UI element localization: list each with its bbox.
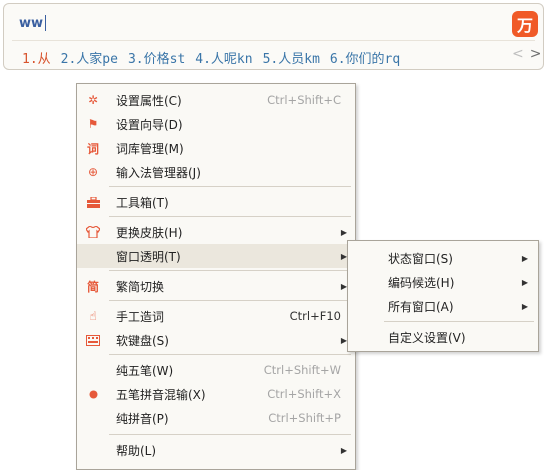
submenu-arrow-icon: ▶	[521, 301, 528, 311]
menu-item-manual-word[interactable]: ☝ 手工造词 Ctrl+F10	[77, 304, 355, 328]
plus-circle-icon: ⊕	[87, 165, 99, 179]
submenu-item-custom-settings[interactable]: 自定义设置(V)	[348, 325, 538, 349]
menu-separator	[109, 434, 351, 435]
candidate-2[interactable]: 2.人家pe	[61, 48, 118, 67]
menu-item-label: 设置属性(C)	[116, 93, 182, 108]
candidate-1[interactable]: 1.从	[22, 48, 51, 67]
menu-item-label: 软键盘(S)	[116, 333, 169, 348]
submenu-item-candidate-window[interactable]: 编码候选(H) ▶	[348, 270, 538, 294]
menu-item-setup-wizard[interactable]: ⚑ 设置向导(D)	[77, 112, 355, 136]
gear-icon: ✲	[87, 93, 99, 107]
candidate-page-nav: < >	[512, 46, 541, 62]
chevron-right-icon[interactable]: >	[530, 46, 542, 62]
menu-item-label: 手工造词	[116, 309, 165, 324]
menu-item-shortcut: Ctrl+F10	[289, 309, 341, 323]
menu-item-label: 更换皮肤(H)	[116, 225, 183, 240]
keyboard-icon	[86, 333, 100, 347]
divider	[12, 40, 535, 41]
thumb-icon: ☝	[89, 309, 97, 323]
chevron-left-icon[interactable]: <	[512, 46, 524, 62]
menu-item-label: 编码候选(H)	[388, 275, 455, 290]
menu-separator	[109, 300, 351, 301]
candidate-list: 1.从 2.人家pe 3.价格st 4.人呢kn 5.人员km 6.你们的rq	[22, 48, 410, 67]
ime-typed-text: ww	[19, 15, 44, 31]
candidate-4[interactable]: 4.人呢kn	[195, 48, 252, 67]
candidate-3[interactable]: 3.价格st	[128, 48, 185, 67]
menu-item-label: 状态窗口(S)	[388, 251, 453, 266]
menu-item-label: 词库管理(M)	[116, 141, 184, 156]
dictionary-icon: 词	[86, 141, 99, 156]
menu-item-toolbox[interactable]: 工具箱(T)	[77, 190, 355, 214]
submenu-arrow-icon: ▶	[521, 277, 528, 287]
ime-logo-icon[interactable]: 万	[512, 11, 538, 37]
ime-composition: ww	[19, 15, 47, 31]
menu-item-change-skin[interactable]: 更换皮肤(H) ▶	[77, 220, 355, 244]
menu-item-label: 纯五笔(W)	[116, 363, 174, 378]
menu-separator	[109, 186, 351, 187]
transparency-submenu: 状态窗口(S) ▶ 编码候选(H) ▶ 所有窗口(A) ▶ 自定义设置(V)	[347, 240, 539, 352]
menu-item-shortcut: Ctrl+Shift+C	[267, 93, 341, 107]
candidate-5[interactable]: 5.人员km	[263, 48, 320, 67]
candidate-6[interactable]: 6.你们的rq	[330, 48, 400, 67]
convert-icon: 简	[86, 279, 99, 294]
flag-icon: ⚑	[87, 117, 99, 131]
menu-item-pure-wubi[interactable]: 纯五笔(W) Ctrl+Shift+W	[77, 358, 355, 382]
menu-item-label: 所有窗口(A)	[388, 299, 454, 314]
menu-item-label: 窗口透明(T)	[116, 249, 181, 264]
menu-item-dictionary[interactable]: 词 词库管理(M)	[77, 136, 355, 160]
menu-item-shortcut: Ctrl+Shift+W	[263, 363, 341, 377]
menu-item-help[interactable]: 帮助(L) ▶	[77, 438, 355, 462]
submenu-item-status-window[interactable]: 状态窗口(S) ▶	[348, 246, 538, 270]
submenu-arrow-icon: ▶	[340, 227, 347, 237]
dot-icon	[86, 387, 100, 401]
menu-item-trad-simp[interactable]: 简 繁简切换 ▶	[77, 274, 355, 298]
menu-item-settings[interactable]: ✲ 设置属性(C) Ctrl+Shift+C	[77, 88, 355, 112]
submenu-arrow-icon: ▶	[340, 445, 347, 455]
menu-item-shortcut: Ctrl+Shift+P	[268, 411, 341, 425]
shirt-icon	[86, 225, 100, 239]
submenu-item-all-windows[interactable]: 所有窗口(A) ▶	[348, 294, 538, 318]
text-cursor	[45, 15, 47, 31]
ime-context-menu: ✲ 设置属性(C) Ctrl+Shift+C ⚑ 设置向导(D) 词 词库管理(…	[76, 83, 356, 470]
menu-item-pure-pinyin[interactable]: 纯拼音(P) Ctrl+Shift+P	[77, 406, 355, 430]
menu-item-label: 工具箱(T)	[116, 195, 169, 210]
submenu-arrow-icon: ▶	[521, 253, 528, 263]
menu-separator	[109, 270, 351, 271]
menu-item-ime-manager[interactable]: ⊕ 输入法管理器(J)	[77, 160, 355, 184]
toolbox-icon	[86, 195, 100, 209]
menu-item-label: 繁简切换	[116, 279, 165, 294]
menu-item-label: 纯拼音(P)	[116, 411, 169, 426]
menu-item-window-transparency[interactable]: 窗口透明(T) ▶	[77, 244, 355, 268]
menu-separator	[109, 354, 351, 355]
menu-item-wubi-pinyin-mixed[interactable]: 五笔拼音混输(X) Ctrl+Shift+X	[77, 382, 355, 406]
menu-item-label: 自定义设置(V)	[388, 330, 466, 345]
menu-separator	[384, 321, 534, 322]
menu-separator	[109, 216, 351, 217]
menu-item-label: 输入法管理器(J)	[116, 165, 201, 180]
menu-item-shortcut: Ctrl+Shift+X	[267, 387, 341, 401]
menu-item-label: 帮助(L)	[116, 443, 157, 458]
ime-candidate-window: ww 万 1.从 2.人家pe 3.价格st 4.人呢kn 5.人员km 6.你…	[3, 3, 544, 70]
menu-item-label: 设置向导(D)	[116, 117, 183, 132]
menu-item-soft-keyboard[interactable]: 软键盘(S) ▶	[77, 328, 355, 352]
menu-item-label: 五笔拼音混输(X)	[116, 387, 206, 402]
